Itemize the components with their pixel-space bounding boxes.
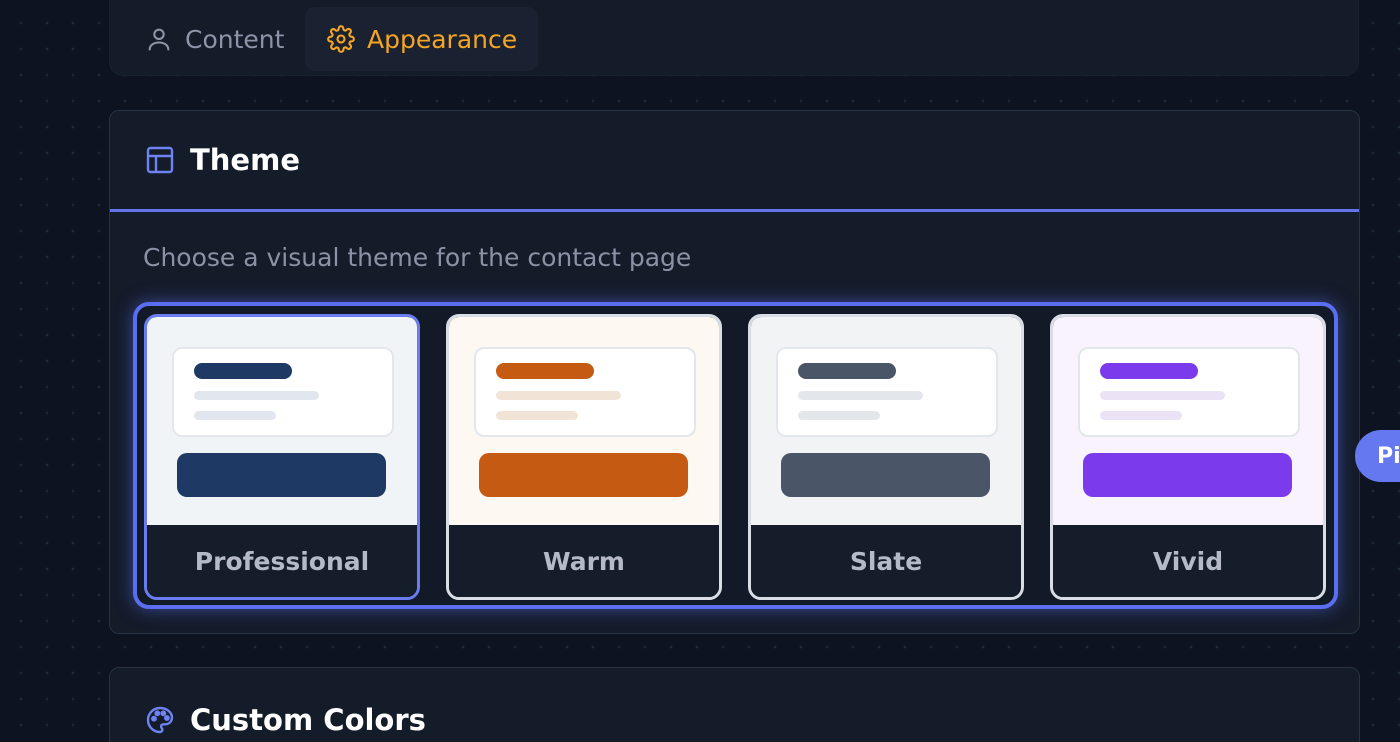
theme-card-warm[interactable]: Warm <box>446 314 722 600</box>
floating-pill-label: Pi <box>1377 443 1400 469</box>
preview-card <box>1078 347 1300 437</box>
floating-pill-button[interactable]: Pi <box>1355 430 1400 482</box>
tab-appearance-label: Appearance <box>367 24 518 54</box>
preview-heading-bar <box>1100 363 1198 379</box>
theme-preview <box>751 317 1021 525</box>
preview-card <box>172 347 394 437</box>
tab-appearance[interactable]: Appearance <box>305 7 538 71</box>
preview-button <box>1083 453 1292 497</box>
gear-icon <box>327 25 355 53</box>
tab-content[interactable]: Content <box>115 7 304 71</box>
palette-icon <box>146 706 174 734</box>
theme-preview <box>1053 317 1323 525</box>
preview-text-bar <box>194 391 319 400</box>
custom-colors-panel: Custom Colors <box>109 667 1360 742</box>
preview-button <box>781 453 990 497</box>
theme-panel-header: Theme <box>110 111 1359 212</box>
preview-text-bar <box>798 411 880 420</box>
preview-heading-bar <box>496 363 594 379</box>
preview-card <box>776 347 998 437</box>
theme-card-label: Slate <box>751 525 1021 597</box>
theme-card-vivid[interactable]: Vivid <box>1050 314 1326 600</box>
theme-card-label: Vivid <box>1053 525 1323 597</box>
user-icon <box>148 28 170 51</box>
layout-icon <box>146 146 174 174</box>
tab-content-label: Content <box>185 24 285 54</box>
preview-text-bar <box>496 391 621 400</box>
preview-text-bar <box>798 391 923 400</box>
theme-subtitle: Choose a visual theme for the contact pa… <box>143 243 692 272</box>
preview-heading-bar <box>798 363 896 379</box>
tab-bar: Content Appearance <box>109 0 1359 76</box>
preview-text-bar <box>1100 391 1225 400</box>
theme-card-label: Warm <box>449 525 719 597</box>
custom-colors-title: Custom Colors <box>190 703 426 737</box>
preview-text-bar <box>1100 411 1182 420</box>
theme-title: Theme <box>190 143 300 177</box>
theme-preview <box>449 317 719 525</box>
preview-heading-bar <box>194 363 292 379</box>
preview-text-bar <box>496 411 578 420</box>
theme-card-professional[interactable]: Professional <box>144 314 420 600</box>
theme-preview <box>147 317 417 525</box>
preview-card <box>474 347 696 437</box>
custom-colors-header: Custom Colors <box>110 668 1359 742</box>
theme-card-label: Professional <box>147 525 417 597</box>
preview-button <box>479 453 688 497</box>
theme-panel: Theme Choose a visual theme for the cont… <box>109 110 1360 634</box>
preview-text-bar <box>194 411 276 420</box>
preview-button <box>177 453 386 497</box>
theme-card-slate[interactable]: Slate <box>748 314 1024 600</box>
theme-selector: Professional Warm Slate Vivid <box>133 302 1338 609</box>
